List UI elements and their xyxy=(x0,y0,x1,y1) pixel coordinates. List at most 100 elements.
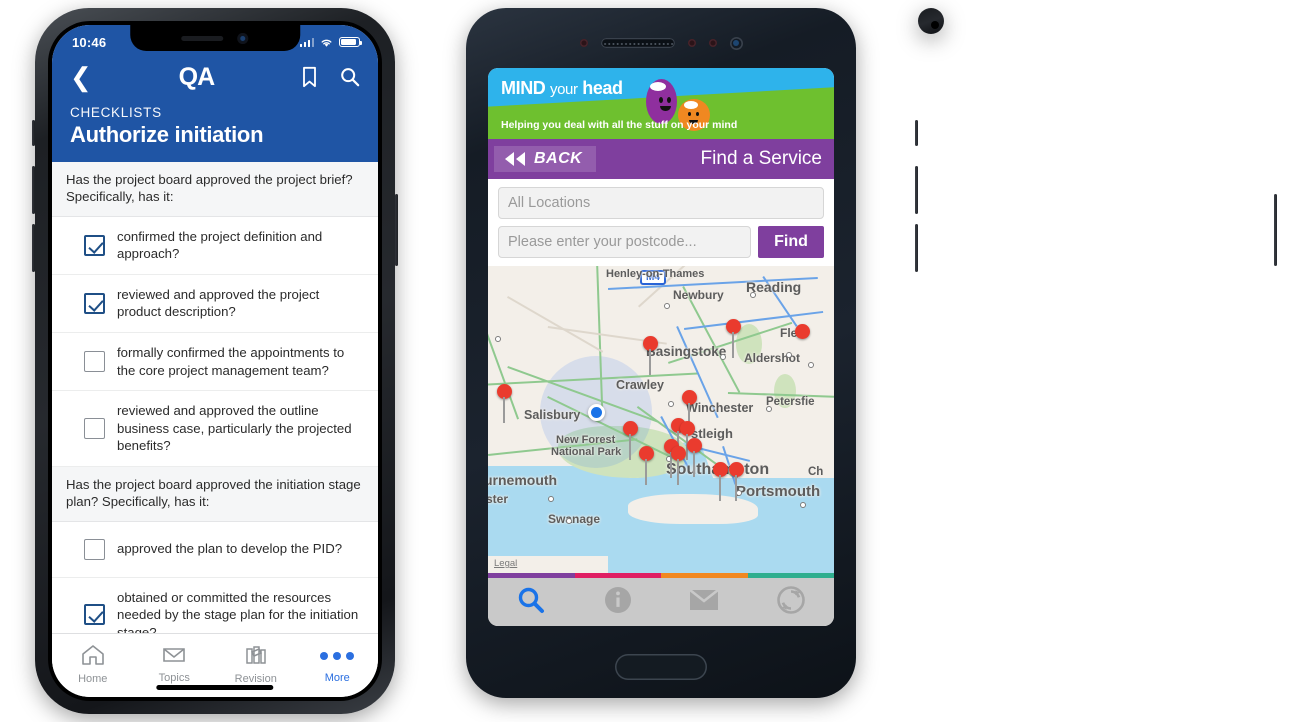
map-place-label: Ch xyxy=(808,466,824,478)
map-place-label: Basingstoke xyxy=(646,344,727,359)
mail-icon xyxy=(689,588,720,617)
map-pin[interactable] xyxy=(729,462,744,501)
mute-switch[interactable] xyxy=(915,120,918,146)
notch xyxy=(130,25,300,51)
map-city-dot xyxy=(668,401,674,407)
map-city-dot xyxy=(495,336,501,342)
map-city-dot xyxy=(566,518,572,524)
bookmark-icon[interactable] xyxy=(301,66,318,88)
map-place-label: ster xyxy=(488,492,509,506)
checklist-item-label: obtained or committed the resources need… xyxy=(117,589,359,633)
cellular-signal-icon xyxy=(299,37,314,47)
checklist-item-label: approved the plan to develop the PID? xyxy=(117,541,343,557)
earpiece-speaker xyxy=(181,35,224,41)
postcode-input[interactable]: Please enter your postcode... xyxy=(498,226,751,258)
tab-label: Topics xyxy=(158,671,190,684)
map-place-label: New Forest xyxy=(556,434,616,446)
map-city-dot xyxy=(800,502,806,508)
power-button[interactable] xyxy=(1274,194,1277,266)
checklist-item[interactable]: reviewed and approved the outline busine… xyxy=(52,391,378,467)
location-select[interactable]: All Locations xyxy=(498,187,824,219)
checkbox-checked-icon[interactable] xyxy=(84,604,105,626)
map-place-label: Newbury xyxy=(673,288,724,302)
phone-mockup-mind-your-head: MIND your head Helping you deal with all… xyxy=(466,8,856,698)
tab-label: More xyxy=(324,672,350,684)
current-location-marker xyxy=(588,404,605,421)
tab-label: Home xyxy=(78,672,108,685)
checkbox-checked-icon[interactable] xyxy=(84,292,105,314)
app-banner: MIND your head Helping you deal with all… xyxy=(488,68,834,139)
refresh-icon xyxy=(776,585,805,619)
checklist-item[interactable]: reviewed and approved the project produc… xyxy=(52,275,378,334)
tab-item-home[interactable]: Home xyxy=(52,634,134,693)
wifi-icon xyxy=(321,39,332,47)
phone-frame: MIND your head Helping you deal with all… xyxy=(466,8,856,698)
info-icon xyxy=(604,586,632,619)
checklist-question: Has the project board approved the proje… xyxy=(52,162,378,217)
checklist-item[interactable]: formally confirmed the appointments to t… xyxy=(52,333,378,392)
volume-up-button[interactable] xyxy=(915,166,918,214)
map-pin[interactable] xyxy=(687,438,702,477)
map-place-label: Henley-on-Thames xyxy=(606,268,705,280)
search-icon[interactable] xyxy=(340,67,360,87)
nav-item-refresh[interactable] xyxy=(748,585,835,619)
checklist-item[interactable]: obtained or committed the resources need… xyxy=(52,578,378,633)
map-pin[interactable] xyxy=(680,421,695,460)
light-sensor-icon xyxy=(687,39,696,47)
map-pin[interactable] xyxy=(643,336,658,375)
map-pin[interactable] xyxy=(497,384,512,423)
map-view[interactable]: M4 Henley-on-Thames Reading Newbury Basings… xyxy=(488,266,834,573)
map-place-label: urnemouth xyxy=(488,472,558,488)
page-title: Authorize initiation xyxy=(70,122,264,147)
map-pin[interactable] xyxy=(713,462,728,501)
phone-mockup-bsl-zone: 10:33 xyxy=(915,8,1277,714)
tab-item-more[interactable]: More xyxy=(297,634,379,693)
checkbox-unchecked-icon[interactable] xyxy=(84,351,105,373)
checklist-item[interactable]: approved the plan to develop the PID? xyxy=(52,522,378,578)
map-legal-link[interactable]: Legal xyxy=(494,558,517,569)
nav-item-mail[interactable] xyxy=(661,588,748,617)
power-button[interactable] xyxy=(395,194,398,266)
checklist-item-label: formally confirmed the appointments to t… xyxy=(117,345,345,378)
volume-down-button[interactable] xyxy=(915,224,918,272)
map-city-dot xyxy=(750,292,756,298)
home-indicator[interactable] xyxy=(156,685,274,690)
map-pin[interactable] xyxy=(682,390,697,429)
phone-mockup-qa-checklists: 10:46 ❮ QA CHECKLISTS Authorize initiati… xyxy=(32,8,398,714)
find-button[interactable]: Find xyxy=(758,226,824,258)
checklist-question: Has the project board approved the initi… xyxy=(52,466,378,522)
nav-item-search[interactable] xyxy=(488,585,575,620)
map-place-label: Portsmouth xyxy=(736,483,821,500)
checklist-item[interactable]: confirmed the project definition and app… xyxy=(52,217,378,275)
tab-label: Revision xyxy=(234,672,277,685)
back-label: BACK xyxy=(534,150,583,167)
map-city-dot xyxy=(808,362,814,368)
app-brand: MIND your head xyxy=(501,78,623,98)
map-pin[interactable] xyxy=(639,446,654,485)
checkbox-checked-icon[interactable] xyxy=(84,234,105,256)
map-pin[interactable] xyxy=(726,319,741,358)
map-pin[interactable] xyxy=(623,421,638,460)
books-icon xyxy=(243,643,269,670)
checkbox-unchecked-icon[interactable] xyxy=(84,538,105,560)
purple-character-icon xyxy=(646,79,677,124)
map-city-dot xyxy=(720,354,726,360)
status-time: 10:46 xyxy=(72,34,107,50)
map-place-label: Crawley xyxy=(616,378,664,392)
phone-sensors xyxy=(466,32,856,54)
checkbox-unchecked-icon[interactable] xyxy=(84,417,105,439)
double-chevron-left-icon xyxy=(505,152,525,166)
back-button[interactable]: BACK xyxy=(494,146,597,172)
bottom-navigation-bar[interactable] xyxy=(488,578,834,626)
nav-item-info[interactable] xyxy=(575,586,662,619)
map-pin[interactable] xyxy=(671,446,686,485)
checklist-list[interactable]: Has the project board approved the proje… xyxy=(52,162,378,633)
screenshot-stage: 10:46 ❮ QA CHECKLISTS Authorize initiati… xyxy=(0,0,1298,722)
home-button[interactable] xyxy=(615,654,707,680)
map-place-label: National Park xyxy=(551,446,622,458)
front-camera-icon xyxy=(729,36,743,50)
page-title: Find a Service xyxy=(700,148,822,169)
map-pin[interactable] xyxy=(795,324,810,339)
back-button[interactable]: ❮ xyxy=(70,64,92,90)
home-icon xyxy=(80,643,106,670)
